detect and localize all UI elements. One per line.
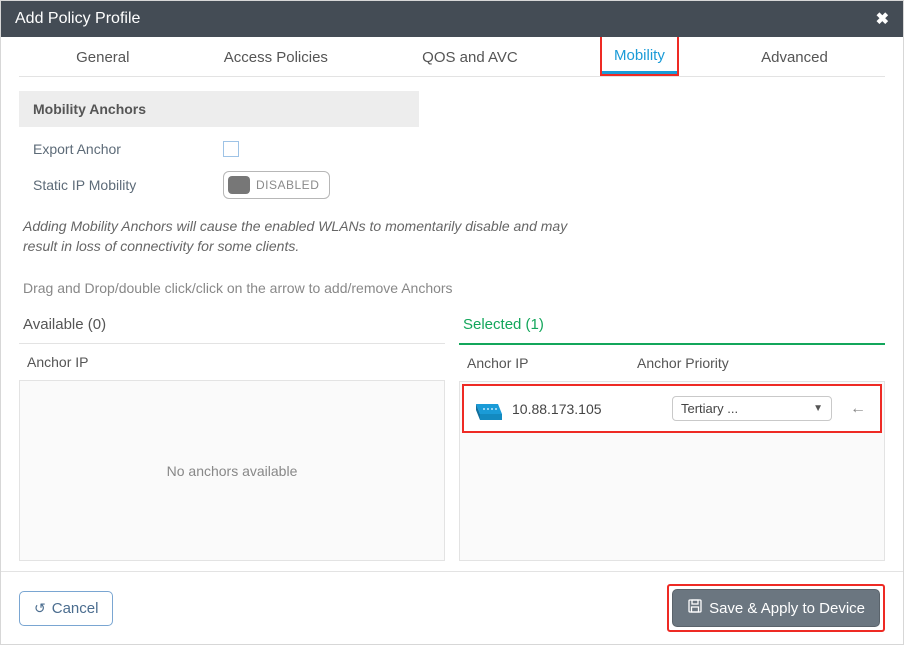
selected-col-anchor-ip: Anchor IP: [467, 355, 637, 371]
selected-pane: Selected (1) Anchor IP Anchor Priority: [459, 306, 885, 561]
available-empty-text: No anchors available: [167, 463, 298, 479]
anchors-dual-list: Available (0) Anchor IP No anchors avail…: [19, 306, 885, 561]
modal-titlebar: Add Policy Profile ✖: [1, 1, 903, 37]
toggle-knob-icon: [228, 176, 250, 194]
section-mobility-anchors-header: Mobility Anchors: [19, 91, 419, 127]
available-col-anchor-ip: Anchor IP: [27, 354, 197, 370]
selected-col-anchor-priority: Anchor Priority: [637, 355, 877, 371]
chevron-down-icon: ▼: [813, 403, 823, 414]
anchor-priority-value: Tertiary ...: [681, 401, 738, 416]
modal-footer: ↺ Cancel Save & Apply to Device: [1, 571, 903, 644]
selected-column-headers: Anchor IP Anchor Priority: [459, 345, 885, 382]
save-icon: [687, 598, 703, 618]
selected-row-highlight: 10.88.173.105 Tertiary ... ▼ ←: [462, 384, 882, 433]
tab-mobility[interactable]: Mobility: [602, 37, 677, 74]
anchor-priority-select[interactable]: Tertiary ... ▼: [672, 396, 832, 421]
available-title: Available (0): [19, 306, 445, 344]
tab-mobility-highlight: Mobility: [600, 37, 679, 76]
tab-access-policies[interactable]: Access Policies: [212, 39, 340, 76]
modal-body: General Access Policies QOS and AVC Mobi…: [1, 37, 903, 571]
undo-icon: ↺: [34, 600, 46, 617]
row-static-ip-mobility: Static IP Mobility DISABLED: [33, 171, 885, 199]
available-body[interactable]: No anchors available: [19, 381, 445, 561]
add-policy-profile-modal: Add Policy Profile ✖ General Access Poli…: [0, 0, 904, 645]
export-anchor-label: Export Anchor: [33, 141, 223, 157]
static-ip-mobility-label: Static IP Mobility: [33, 177, 223, 193]
tab-advanced[interactable]: Advanced: [749, 39, 840, 76]
device-icon: [472, 398, 502, 420]
available-pane: Available (0) Anchor IP No anchors avail…: [19, 306, 445, 561]
cancel-button-label: Cancel: [52, 600, 99, 617]
static-ip-mobility-state: DISABLED: [256, 178, 319, 192]
remove-anchor-arrow-icon[interactable]: ←: [844, 400, 872, 418]
cancel-button[interactable]: ↺ Cancel: [19, 591, 113, 626]
tab-general[interactable]: General: [64, 39, 141, 76]
tab-qos-avc[interactable]: QOS and AVC: [410, 39, 530, 76]
mobility-anchors-warning: Adding Mobility Anchors will cause the e…: [23, 217, 583, 256]
static-ip-mobility-toggle[interactable]: DISABLED: [223, 171, 330, 199]
selected-row[interactable]: 10.88.173.105 Tertiary ... ▼ ←: [464, 386, 880, 431]
row-export-anchor: Export Anchor: [33, 141, 885, 157]
drag-drop-hint: Drag and Drop/double click/click on the …: [23, 280, 885, 296]
selected-title: Selected (1): [459, 306, 885, 345]
available-column-headers: Anchor IP: [19, 344, 445, 381]
save-button-label: Save & Apply to Device: [709, 600, 865, 617]
close-icon[interactable]: ✖: [876, 9, 889, 29]
save-apply-button[interactable]: Save & Apply to Device: [672, 589, 880, 627]
export-anchor-checkbox[interactable]: [223, 141, 239, 157]
modal-title: Add Policy Profile: [15, 10, 140, 28]
tab-bar: General Access Policies QOS and AVC Mobi…: [19, 37, 885, 77]
selected-row-ip: 10.88.173.105: [512, 401, 662, 417]
selected-body[interactable]: 10.88.173.105 Tertiary ... ▼ ←: [459, 382, 885, 561]
save-button-highlight: Save & Apply to Device: [667, 584, 885, 632]
